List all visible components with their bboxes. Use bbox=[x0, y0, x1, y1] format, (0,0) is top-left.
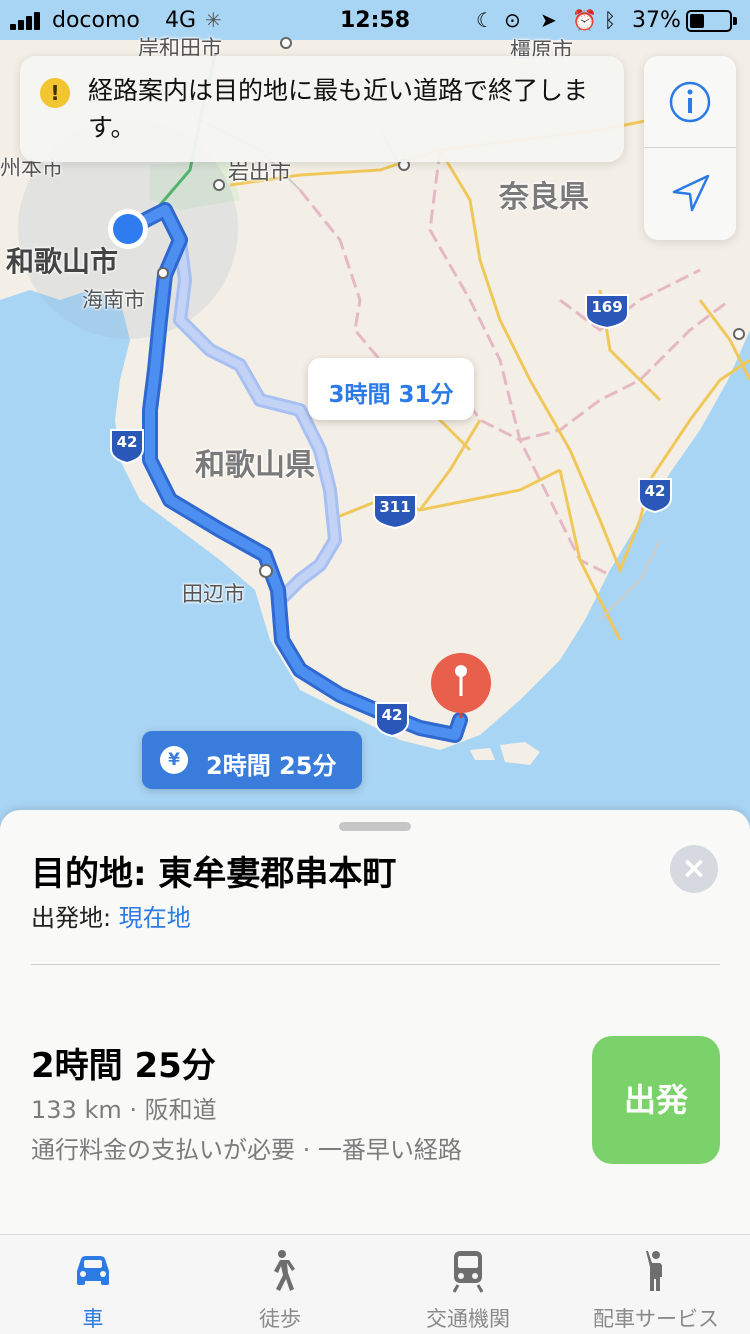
route-42-shield: 42 bbox=[107, 427, 147, 465]
route-distance: 133 km · 阪和道 bbox=[31, 1096, 217, 1124]
main-route-callout[interactable]: ¥ 2時間 25分 bbox=[142, 731, 362, 789]
map-label-wakayama-city: 和歌山市 bbox=[6, 245, 119, 278]
info-icon bbox=[669, 81, 711, 123]
tab-ride[interactable]: 配車サービス bbox=[562, 1235, 750, 1334]
tab-transit-label: 交通機関 bbox=[426, 1307, 510, 1331]
close-button[interactable]: × bbox=[670, 845, 718, 893]
tab-ride-label: 配車サービス bbox=[593, 1307, 719, 1331]
exclamation-icon: ! bbox=[40, 78, 70, 108]
car-icon bbox=[77, 1256, 109, 1285]
tab-walk-label: 徒歩 bbox=[259, 1307, 301, 1331]
alternate-route-time: 3時間 31分 bbox=[328, 382, 454, 408]
destination-title: 目的地: 東牟婁郡串本町 bbox=[31, 854, 397, 894]
ride-icon bbox=[646, 1251, 662, 1291]
route-duration[interactable]: 2時間 25分 bbox=[31, 1038, 216, 1087]
train-icon bbox=[452, 1251, 484, 1293]
info-button[interactable] bbox=[644, 56, 736, 148]
location-arrow-icon bbox=[672, 174, 710, 212]
origin-link[interactable]: 現在地 bbox=[119, 904, 191, 932]
map-label-kainan: 海南市 bbox=[82, 288, 145, 312]
tab-walk[interactable]: 徒歩 bbox=[186, 1235, 374, 1334]
battery-icon bbox=[686, 10, 732, 32]
battery-percent: 37% bbox=[632, 8, 681, 33]
rotation-lock-icon: ⊙ bbox=[504, 8, 521, 32]
moon-icon: ☾ bbox=[476, 8, 494, 32]
sheet-grabber[interactable] bbox=[339, 822, 411, 831]
origin-row: 出発地: 現在地 bbox=[31, 898, 191, 933]
tab-car-label: 車 bbox=[82, 1307, 104, 1331]
alarm-icon: ⏰ bbox=[572, 8, 597, 32]
status-bar: docomo 4G ✳ 12:58 ☾ ⊙ ➤ ⏰ ᛒ 37% bbox=[0, 0, 750, 40]
route-169-shield: 169 bbox=[582, 292, 632, 330]
location-icon: ➤ bbox=[540, 8, 557, 32]
transport-tab-bar: 車 徒歩 交通機関 配車サービス bbox=[0, 1234, 750, 1334]
route-notes: 通行料金の支払いが必要 · 一番早い経路 bbox=[31, 1136, 462, 1164]
route-notice-banner: ! 経路案内は目的地に最も近い道路で終了します。 bbox=[20, 56, 624, 162]
tab-car[interactable]: 車 bbox=[0, 1235, 186, 1334]
directions-sheet: 目的地: 東牟婁郡串本町 出発地: 現在地 × 2時間 25分 133 km ·… bbox=[0, 810, 750, 1234]
origin-label: 出発地: bbox=[31, 904, 112, 932]
route-42-shield: 42 bbox=[372, 700, 412, 738]
map-label-tanabe: 田辺市 bbox=[182, 582, 245, 606]
map-label-nara: 奈良県 bbox=[499, 180, 589, 215]
map-controls bbox=[644, 56, 736, 240]
toll-icon: ¥ bbox=[160, 746, 188, 774]
walk-icon bbox=[274, 1250, 295, 1291]
alternate-route-callout[interactable]: 3時間 31分 bbox=[308, 358, 474, 420]
bluetooth-icon: ᛒ bbox=[604, 8, 616, 32]
go-button[interactable]: 出発 bbox=[592, 1036, 720, 1164]
location-button[interactable] bbox=[644, 148, 736, 240]
tab-transit[interactable]: 交通機関 bbox=[374, 1235, 562, 1334]
route-311-shield: 311 bbox=[370, 492, 420, 530]
divider bbox=[31, 964, 720, 965]
route-notice-text: 経路案内は目的地に最も近い道路で終了します。 bbox=[88, 76, 589, 142]
map-label-wakayama-pref: 和歌山県 bbox=[195, 448, 315, 483]
route-42-shield: 42 bbox=[635, 476, 675, 514]
main-route-time: 2時間 25分 bbox=[206, 752, 337, 780]
